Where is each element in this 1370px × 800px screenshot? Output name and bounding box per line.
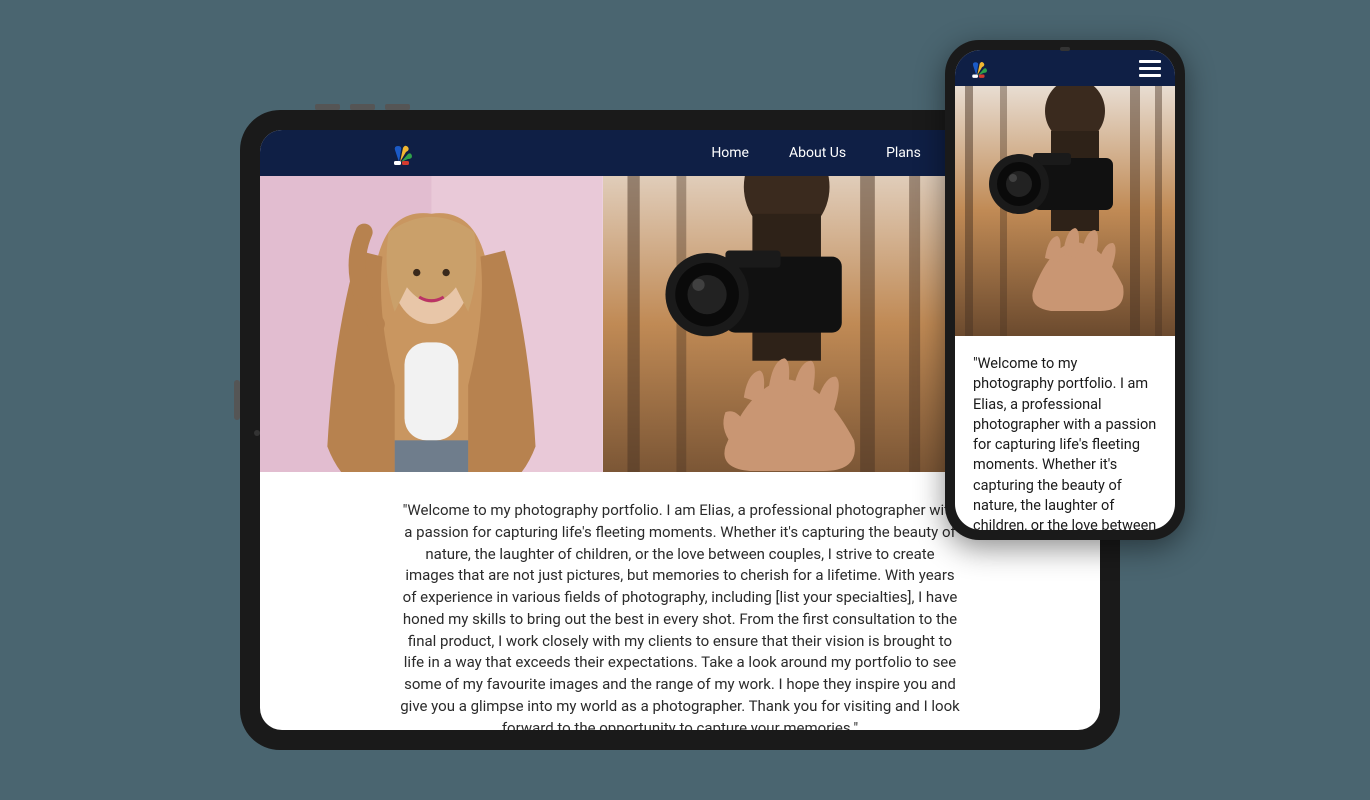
hero-image-woman xyxy=(260,176,603,472)
tablet-top-buttons xyxy=(315,104,410,110)
tablet-side-button xyxy=(234,380,240,420)
mobile-navbar xyxy=(955,50,1175,86)
mobile-welcome-paragraph: "Welcome to my photography portfolio. I … xyxy=(955,336,1175,530)
phone-device: "Welcome to my photography portfolio. I … xyxy=(945,40,1185,540)
phone-camera xyxy=(1060,47,1070,51)
site-logo[interactable] xyxy=(390,140,412,166)
nav-plans[interactable]: Plans xyxy=(886,145,921,161)
nav-home[interactable]: Home xyxy=(711,145,749,161)
phone-screen: "Welcome to my photography portfolio. I … xyxy=(955,50,1175,530)
logo-icon xyxy=(390,140,412,166)
mobile-hero-image xyxy=(955,86,1175,336)
logo-icon xyxy=(969,57,987,79)
mobile-site-logo[interactable] xyxy=(969,57,987,79)
nav-links: Home About Us Plans C xyxy=(711,145,970,161)
tablet-button xyxy=(350,104,375,110)
nav-about[interactable]: About Us xyxy=(789,145,846,161)
hero-image-camera xyxy=(603,176,946,472)
tablet-button xyxy=(385,104,410,110)
hamburger-menu-icon[interactable] xyxy=(1139,60,1161,77)
tablet-button xyxy=(315,104,340,110)
